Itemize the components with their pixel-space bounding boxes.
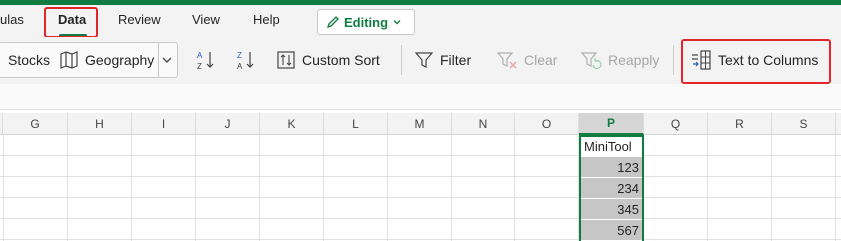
stocks-label: Stocks xyxy=(8,52,51,68)
gridline xyxy=(195,135,196,241)
custom-sort-button[interactable]: Custom Sort xyxy=(276,44,380,76)
column-header[interactable]: G xyxy=(3,113,68,135)
gridline xyxy=(771,135,772,241)
column-headers: G H I J K L M N O P Q R S xyxy=(0,113,841,135)
gridline xyxy=(451,135,452,241)
sort-ascending-icon: A Z xyxy=(197,51,214,71)
gridline xyxy=(3,135,4,241)
svg-text:A: A xyxy=(197,51,203,60)
column-header[interactable]: I xyxy=(132,113,196,135)
tab-help[interactable]: Help xyxy=(253,12,280,27)
gridline xyxy=(131,135,132,241)
column-header[interactable]: J xyxy=(196,113,260,135)
sort-descending-icon: Z A xyxy=(237,51,254,71)
clear-label: Clear xyxy=(524,52,558,68)
filter-label: Filter xyxy=(440,52,472,68)
clear-filter-icon xyxy=(496,52,517,69)
text-to-columns-highlight xyxy=(681,39,831,84)
column-header-selected[interactable]: P xyxy=(579,113,644,135)
svg-text:Z: Z xyxy=(237,51,242,60)
gridline xyxy=(0,239,841,240)
gridline xyxy=(0,197,841,198)
gridline xyxy=(67,135,68,241)
column-header[interactable]: K xyxy=(260,113,324,135)
column-header[interactable]: M xyxy=(388,113,452,135)
pencil-icon xyxy=(326,16,339,29)
gridline xyxy=(514,135,515,241)
ribbon-separator xyxy=(401,45,402,75)
column-header[interactable]: S xyxy=(772,113,836,135)
tab-view[interactable]: View xyxy=(192,12,220,27)
editing-label: Editing xyxy=(344,14,389,30)
gridline xyxy=(259,135,260,241)
gallery-expand-icon[interactable] xyxy=(161,55,173,65)
gridline xyxy=(835,135,836,241)
gridline xyxy=(0,218,841,219)
gridline xyxy=(323,135,324,241)
column-header[interactable]: N xyxy=(452,113,515,135)
gridline xyxy=(707,135,708,241)
column-header[interactable]: Q xyxy=(644,113,708,135)
custom-sort-icon xyxy=(277,51,295,69)
filter-button[interactable]: Filter xyxy=(414,44,471,76)
gridline xyxy=(0,155,841,156)
selection-range xyxy=(579,135,644,241)
data-tab-highlight xyxy=(44,7,98,38)
editing-mode-button[interactable]: Editing xyxy=(317,9,415,35)
column-header[interactable]: R xyxy=(708,113,772,135)
gridline xyxy=(0,176,841,177)
column-header[interactable]: O xyxy=(515,113,579,135)
column-header[interactable]: H xyxy=(68,113,132,135)
clear-filter-button[interactable]: Clear xyxy=(496,44,557,76)
ribbon-separator xyxy=(673,45,674,75)
sort-ascending-button[interactable]: A Z xyxy=(196,44,216,76)
ribbon-toolbar: Stocks Geography A Z Z A Custom Sort Fil… xyxy=(0,37,841,84)
svg-text:Z: Z xyxy=(197,62,202,71)
geography-label: Geography xyxy=(85,52,155,68)
svg-text:A: A xyxy=(237,62,243,71)
reapply-icon xyxy=(580,52,602,70)
formula-bar-area xyxy=(0,84,841,110)
reapply-label: Reapply xyxy=(608,52,660,68)
tab-formulas[interactable]: ulas xyxy=(0,12,24,27)
gallery-divider xyxy=(158,43,159,77)
tab-review[interactable]: Review xyxy=(118,12,161,27)
sort-descending-button[interactable]: Z A xyxy=(236,44,256,76)
column-header[interactable]: L xyxy=(324,113,388,135)
worksheet-grid[interactable] xyxy=(0,135,841,241)
gridline xyxy=(387,135,388,241)
stocks-button[interactable]: Stocks xyxy=(8,44,50,76)
geography-button[interactable]: Geography xyxy=(59,44,154,76)
custom-sort-label: Custom Sort xyxy=(302,52,380,68)
map-icon xyxy=(60,51,78,69)
reapply-button[interactable]: Reapply xyxy=(580,44,659,76)
ribbon-tab-row: ulas Data Review View Help Editing xyxy=(0,5,841,38)
filter-icon xyxy=(414,52,434,68)
chevron-down-icon xyxy=(393,20,401,25)
